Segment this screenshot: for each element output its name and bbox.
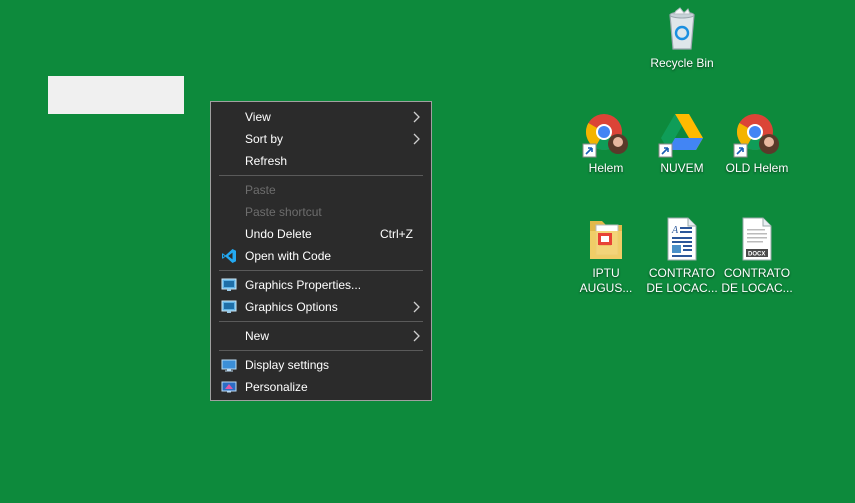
menu-item-label: Paste (245, 183, 276, 197)
desktop-icon-label: IPTU AUGUS... (579, 266, 633, 295)
desktop-icon-label: OLD Helem (725, 161, 789, 175)
desktop-context-menu: View Sort by Refresh Paste Paste shortcu… (210, 101, 432, 401)
menu-item-label: Sort by (245, 132, 284, 146)
chevron-right-icon (413, 330, 420, 342)
menu-item-label: New (245, 329, 270, 343)
desktop-icon-iptu[interactable]: IPTU AUGUS... (569, 215, 643, 296)
menu-item-view[interactable]: View (211, 106, 431, 128)
menu-item-refresh[interactable]: Refresh (211, 150, 431, 172)
menu-item-label: Display settings (245, 358, 330, 372)
menu-item-label: Undo Delete (245, 227, 312, 241)
menu-item-label: View (245, 110, 271, 124)
intel-graphics-icon (221, 278, 237, 291)
menu-item-label: Refresh (245, 154, 288, 168)
menu-item-new[interactable]: New (211, 325, 431, 347)
menu-separator (219, 350, 423, 351)
display-icon (221, 359, 237, 372)
chrome-shortcut-icon (733, 114, 779, 158)
desktop-icon-contrato-2[interactable]: DOCX CONTRATO DE LOCAC... (720, 215, 794, 296)
menu-item-undo-delete[interactable]: Undo Delete Ctrl+Z (211, 223, 431, 245)
menu-separator (219, 270, 423, 271)
svg-text:DOCX: DOCX (748, 252, 765, 258)
desktop-icon-nuvem[interactable]: NUVEM (645, 110, 719, 176)
menu-item-graphics-options[interactable]: Graphics Options (211, 296, 431, 318)
menu-separator (219, 175, 423, 176)
desktop-icon-label: NUVEM (660, 161, 704, 175)
desktop-icon-label: Recycle Bin (650, 56, 714, 70)
menu-item-label: Graphics Options (245, 300, 338, 314)
google-drive-shortcut-icon (658, 114, 703, 158)
svg-text:A: A (671, 225, 679, 236)
chrome-shortcut-icon (582, 114, 628, 158)
chevron-right-icon (413, 133, 420, 145)
desktop-icon-label: Helem (588, 161, 624, 175)
desktop[interactable]: { "rename_box": { "value": "" }, "contex… (0, 0, 855, 503)
menu-item-paste: Paste (211, 179, 431, 201)
desktop-icon-recycle-bin[interactable]: Recycle Bin (645, 5, 719, 71)
menu-separator (219, 321, 423, 322)
menu-item-paste-shortcut: Paste shortcut (211, 201, 431, 223)
menu-item-open-with-code[interactable]: Open with Code (211, 245, 431, 267)
menu-item-graphics-properties[interactable]: Graphics Properties... (211, 274, 431, 296)
rename-input-box[interactable] (48, 76, 184, 114)
menu-item-label: Open with Code (245, 249, 332, 263)
menu-item-label: Paste shortcut (245, 205, 322, 219)
desktop-icon-helem[interactable]: Helem (569, 110, 643, 176)
desktop-icon-contrato-1[interactable]: A CONTRATO DE LOCAC... (645, 215, 719, 296)
menu-item-label: Personalize (245, 380, 308, 394)
desktop-icon-label: CONTRATO DE LOCAC... (646, 266, 718, 295)
desktop-icon-label: CONTRATO DE LOCAC... (721, 266, 793, 295)
menu-item-display-settings[interactable]: Display settings (211, 354, 431, 376)
chevron-right-icon (413, 301, 420, 313)
folder-pdf-icon (590, 221, 622, 259)
desktop-icon-old-helem[interactable]: OLD Helem (720, 110, 794, 176)
intel-graphics-icon (221, 300, 237, 313)
personalize-icon (221, 381, 237, 393)
menu-item-sort-by[interactable]: Sort by (211, 128, 431, 150)
menu-item-label: Graphics Properties... (245, 278, 362, 292)
vscode-icon (222, 249, 236, 263)
menu-item-personalize[interactable]: Personalize (211, 376, 431, 398)
word-document-icon: A (667, 217, 697, 261)
recycle-bin-icon (669, 7, 695, 50)
chevron-right-icon (413, 111, 420, 123)
menu-item-shortcut: Ctrl+Z (380, 227, 413, 241)
docx-file-icon: DOCX (742, 217, 772, 261)
